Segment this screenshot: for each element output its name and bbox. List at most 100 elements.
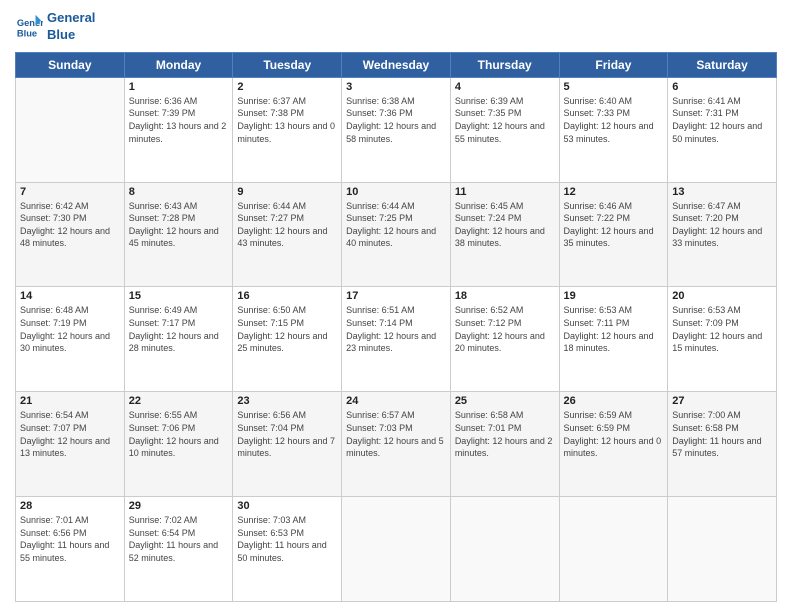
day-number: 27 xyxy=(672,395,772,407)
day-number: 26 xyxy=(564,395,664,407)
logo-icon: General Blue xyxy=(15,13,43,41)
calendar-day-cell xyxy=(450,497,559,602)
day-number: 29 xyxy=(129,500,229,512)
calendar-day-cell: 19 Sunrise: 6:53 AMSunset: 7:11 PMDayligh… xyxy=(559,287,668,392)
calendar-day-cell xyxy=(668,497,777,602)
day-info: Sunrise: 6:38 AMSunset: 7:36 PMDaylight:… xyxy=(346,95,446,145)
calendar-day-cell xyxy=(342,497,451,602)
weekday-label: Thursday xyxy=(450,52,559,77)
weekday-label: Saturday xyxy=(668,52,777,77)
calendar-day-cell: 17 Sunrise: 6:51 AMSunset: 7:14 PMDayligh… xyxy=(342,287,451,392)
day-number: 1 xyxy=(129,81,229,93)
day-info: Sunrise: 6:50 AMSunset: 7:15 PMDaylight:… xyxy=(237,304,337,354)
calendar-day-cell: 30Sunrise: 7:03 AMSunset: 6:53 PMDayligh… xyxy=(233,497,342,602)
day-number: 21 xyxy=(20,395,120,407)
calendar-day-cell: 22 Sunrise: 6:55 AMSunset: 7:06 PMDayligh… xyxy=(124,392,233,497)
day-info: Sunrise: 6:48 AMSunset: 7:19 PMDaylight:… xyxy=(20,304,120,354)
day-number: 16 xyxy=(237,290,337,302)
day-info: Sunrise: 6:47 AMSunset: 7:20 PMDaylight:… xyxy=(672,200,772,250)
calendar-day-cell: 18 Sunrise: 6:52 AMSunset: 7:12 PMDayligh… xyxy=(450,287,559,392)
calendar-day-cell: 13Sunrise: 6:47 AMSunset: 7:20 PMDayligh… xyxy=(668,182,777,287)
weekday-header-row: SundayMondayTuesdayWednesdayThursdayFrid… xyxy=(16,52,777,77)
calendar-week-row: 28 Sunrise: 7:01 AMSunset: 6:56 PMDayligh… xyxy=(16,497,777,602)
day-info: Sunrise: 6:53 AMSunset: 7:09 PMDaylight:… xyxy=(672,304,772,354)
day-info: Sunrise: 6:58 AMSunset: 7:01 PMDaylight:… xyxy=(455,409,555,459)
calendar-day-cell: 24Sunrise: 6:57 AMSunset: 7:03 PMDayligh… xyxy=(342,392,451,497)
day-info: Sunrise: 6:41 AMSunset: 7:31 PMDaylight:… xyxy=(672,95,772,145)
logo-text: General Blue xyxy=(47,10,95,44)
calendar-week-row: 7 Sunrise: 6:42 AMSunset: 7:30 PMDaylight… xyxy=(16,182,777,287)
header: General Blue General Blue xyxy=(15,10,777,44)
logo: General Blue General Blue xyxy=(15,10,95,44)
day-number: 5 xyxy=(564,81,664,93)
day-info: Sunrise: 6:42 AMSunset: 7:30 PMDaylight:… xyxy=(20,200,120,250)
day-number: 11 xyxy=(455,186,555,198)
day-info: Sunrise: 6:43 AMSunset: 7:28 PMDaylight:… xyxy=(129,200,229,250)
day-number: 25 xyxy=(455,395,555,407)
day-number: 3 xyxy=(346,81,446,93)
day-info: Sunrise: 7:02 AMSunset: 6:54 PMDaylight:… xyxy=(129,514,229,564)
day-info: Sunrise: 6:40 AMSunset: 7:33 PMDaylight:… xyxy=(564,95,664,145)
weekday-label: Wednesday xyxy=(342,52,451,77)
calendar-day-cell: 12 Sunrise: 6:46 AMSunset: 7:22 PMDayligh… xyxy=(559,182,668,287)
day-number: 18 xyxy=(455,290,555,302)
day-info: Sunrise: 6:59 AMSunset: 6:59 PMDaylight:… xyxy=(564,409,664,459)
calendar-day-cell: 21 Sunrise: 6:54 AMSunset: 7:07 PMDayligh… xyxy=(16,392,125,497)
day-info: Sunrise: 6:36 AMSunset: 7:39 PMDaylight:… xyxy=(129,95,229,145)
calendar-day-cell: 2Sunrise: 6:37 AMSunset: 7:38 PMDaylight… xyxy=(233,77,342,182)
calendar-day-cell: 4 Sunrise: 6:39 AMSunset: 7:35 PMDaylight… xyxy=(450,77,559,182)
day-number: 10 xyxy=(346,186,446,198)
day-info: Sunrise: 6:57 AMSunset: 7:03 PMDaylight:… xyxy=(346,409,446,459)
calendar-day-cell: 6 Sunrise: 6:41 AMSunset: 7:31 PMDaylight… xyxy=(668,77,777,182)
day-info: Sunrise: 6:39 AMSunset: 7:35 PMDaylight:… xyxy=(455,95,555,145)
weekday-label: Tuesday xyxy=(233,52,342,77)
day-info: Sunrise: 6:52 AMSunset: 7:12 PMDaylight:… xyxy=(455,304,555,354)
day-number: 4 xyxy=(455,81,555,93)
day-info: Sunrise: 6:44 AMSunset: 7:25 PMDaylight:… xyxy=(346,200,446,250)
calendar-day-cell: 16 Sunrise: 6:50 AMSunset: 7:15 PMDayligh… xyxy=(233,287,342,392)
day-number: 20 xyxy=(672,290,772,302)
day-info: Sunrise: 6:53 AMSunset: 7:11 PMDaylight:… xyxy=(564,304,664,354)
day-info: Sunrise: 7:01 AMSunset: 6:56 PMDaylight:… xyxy=(20,514,120,564)
calendar-day-cell: 25 Sunrise: 6:58 AMSunset: 7:01 PMDayligh… xyxy=(450,392,559,497)
calendar-day-cell: 23 Sunrise: 6:56 AMSunset: 7:04 PMDayligh… xyxy=(233,392,342,497)
day-number: 30 xyxy=(237,500,337,512)
calendar-day-cell: 10 Sunrise: 6:44 AMSunset: 7:25 PMDayligh… xyxy=(342,182,451,287)
calendar-day-cell: 28 Sunrise: 7:01 AMSunset: 6:56 PMDayligh… xyxy=(16,497,125,602)
page: General Blue General Blue SundayMondayTu… xyxy=(0,0,792,612)
day-number: 17 xyxy=(346,290,446,302)
calendar-day-cell: 15Sunrise: 6:49 AMSunset: 7:17 PMDayligh… xyxy=(124,287,233,392)
weekday-label: Monday xyxy=(124,52,233,77)
calendar-day-cell: 27 Sunrise: 7:00 AMSunset: 6:58 PMDayligh… xyxy=(668,392,777,497)
day-info: Sunrise: 6:55 AMSunset: 7:06 PMDaylight:… xyxy=(129,409,229,459)
calendar-week-row: 1 Sunrise: 6:36 AMSunset: 7:39 PMDaylight… xyxy=(16,77,777,182)
day-number: 12 xyxy=(564,186,664,198)
day-number: 6 xyxy=(672,81,772,93)
day-number: 28 xyxy=(20,500,120,512)
calendar-day-cell: 7 Sunrise: 6:42 AMSunset: 7:30 PMDaylight… xyxy=(16,182,125,287)
calendar-day-cell xyxy=(16,77,125,182)
day-info: Sunrise: 7:00 AMSunset: 6:58 PMDaylight:… xyxy=(672,409,772,459)
day-number: 19 xyxy=(564,290,664,302)
calendar-day-cell: 11Sunrise: 6:45 AMSunset: 7:24 PMDayligh… xyxy=(450,182,559,287)
calendar-day-cell: 1 Sunrise: 6:36 AMSunset: 7:39 PMDaylight… xyxy=(124,77,233,182)
calendar-body: 1 Sunrise: 6:36 AMSunset: 7:39 PMDaylight… xyxy=(16,77,777,601)
day-number: 7 xyxy=(20,186,120,198)
day-number: 15 xyxy=(129,290,229,302)
day-number: 23 xyxy=(237,395,337,407)
day-number: 22 xyxy=(129,395,229,407)
day-info: Sunrise: 6:54 AMSunset: 7:07 PMDaylight:… xyxy=(20,409,120,459)
day-info: Sunrise: 6:56 AMSunset: 7:04 PMDaylight:… xyxy=(237,409,337,459)
calendar-week-row: 14 Sunrise: 6:48 AMSunset: 7:19 PMDayligh… xyxy=(16,287,777,392)
day-info: Sunrise: 6:51 AMSunset: 7:14 PMDaylight:… xyxy=(346,304,446,354)
weekday-label: Friday xyxy=(559,52,668,77)
day-info: Sunrise: 6:46 AMSunset: 7:22 PMDaylight:… xyxy=(564,200,664,250)
day-number: 14 xyxy=(20,290,120,302)
day-number: 2 xyxy=(237,81,337,93)
calendar-table: SundayMondayTuesdayWednesdayThursdayFrid… xyxy=(15,52,777,602)
day-info: Sunrise: 6:44 AMSunset: 7:27 PMDaylight:… xyxy=(237,200,337,250)
calendar-header: SundayMondayTuesdayWednesdayThursdayFrid… xyxy=(16,52,777,77)
calendar-day-cell xyxy=(559,497,668,602)
calendar-day-cell: 5 Sunrise: 6:40 AMSunset: 7:33 PMDaylight… xyxy=(559,77,668,182)
calendar-day-cell: 14 Sunrise: 6:48 AMSunset: 7:19 PMDayligh… xyxy=(16,287,125,392)
